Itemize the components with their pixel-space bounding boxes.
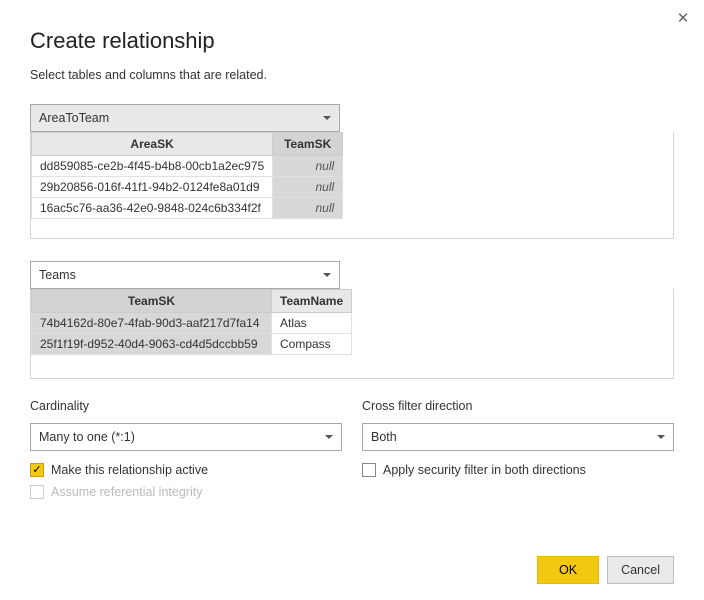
chevron-down-icon <box>325 435 333 439</box>
cardinality-label: Cardinality <box>30 399 342 413</box>
security-filter-label: Apply security filter in both directions <box>383 463 586 477</box>
table2-col-teamname[interactable]: TeamName <box>272 290 352 313</box>
dialog-title: Create relationship <box>30 28 674 54</box>
table-header-row: AreaSK TeamSK <box>32 133 343 156</box>
table-row: dd859085-ce2b-4f45-b4b8-00cb1a2ec975null <box>32 156 343 177</box>
table2-preview: TeamSK TeamName 74b4162d-80e7-4fab-90d3-… <box>30 289 674 379</box>
checkbox-checked-icon: ✓ <box>30 463 44 477</box>
ok-button[interactable]: OK <box>537 556 599 584</box>
table2-select[interactable]: Teams <box>30 261 340 289</box>
referential-integrity-label: Assume referential integrity <box>51 485 202 499</box>
table1-col-teamsk[interactable]: TeamSK <box>273 133 343 156</box>
checkbox-icon <box>362 463 376 477</box>
table-row: 29b20856-016f-41f1-94b2-0124fe8a01d9null <box>32 177 343 198</box>
cardinality-value: Many to one (*:1) <box>39 430 135 444</box>
table2-col-teamsk[interactable]: TeamSK <box>32 290 272 313</box>
referential-integrity-checkbox: Assume referential integrity <box>30 485 342 499</box>
cancel-button[interactable]: Cancel <box>607 556 674 584</box>
table1-select-value: AreaToTeam <box>39 111 109 125</box>
close-icon[interactable]: ✕ <box>674 10 692 28</box>
dialog-subtitle: Select tables and columns that are relat… <box>30 68 674 82</box>
crossfilter-select[interactable]: Both <box>362 423 674 451</box>
table2-select-value: Teams <box>39 268 76 282</box>
chevron-down-icon <box>323 116 331 120</box>
make-active-checkbox[interactable]: ✓ Make this relationship active <box>30 463 342 477</box>
chevron-down-icon <box>323 273 331 277</box>
make-active-label: Make this relationship active <box>51 463 208 477</box>
table1-preview: AreaSK TeamSK dd859085-ce2b-4f45-b4b8-00… <box>30 132 674 239</box>
table-row: 16ac5c76-aa36-42e0-9848-024c6b334f2fnull <box>32 198 343 219</box>
crossfilter-label: Cross filter direction <box>362 399 674 413</box>
crossfilter-value: Both <box>371 430 397 444</box>
checkbox-icon <box>30 485 44 499</box>
chevron-down-icon <box>657 435 665 439</box>
table1-select[interactable]: AreaToTeam <box>30 104 340 132</box>
table1-col-areask[interactable]: AreaSK <box>32 133 273 156</box>
cardinality-select[interactable]: Many to one (*:1) <box>30 423 342 451</box>
security-filter-checkbox[interactable]: Apply security filter in both directions <box>362 463 674 477</box>
table-row: 25f1f19f-d952-40d4-9063-cd4d5dccbb59Comp… <box>32 334 352 355</box>
table-row: 74b4162d-80e7-4fab-90d3-aaf217d7fa14Atla… <box>32 313 352 334</box>
table-header-row: TeamSK TeamName <box>32 290 352 313</box>
